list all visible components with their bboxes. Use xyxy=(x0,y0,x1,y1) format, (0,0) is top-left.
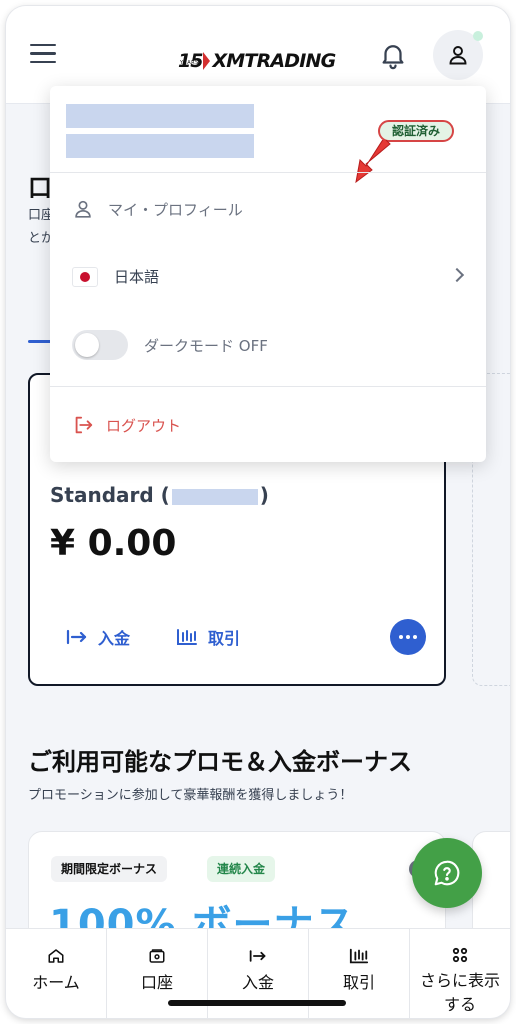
nav-account-label: 口座 xyxy=(140,973,173,992)
logout-icon xyxy=(75,416,93,434)
user-name-redacted xyxy=(66,104,254,128)
account-type-label: Standard ( xyxy=(50,483,170,507)
nav-home-label: ホーム xyxy=(32,973,80,992)
account-icon xyxy=(149,949,165,963)
promo-section-subtitle: プロモーションに参加して豪華報酬を獲得しましょう！ xyxy=(28,788,353,803)
nav-trade-label: 取引 xyxy=(342,973,375,992)
dark-mode-toggle[interactable] xyxy=(72,330,128,360)
chevron-right-icon xyxy=(449,267,465,283)
more-options-button[interactable] xyxy=(390,619,426,655)
continuous-deposit-tag: 連続入金 xyxy=(207,856,276,882)
hamburger-menu-icon[interactable] xyxy=(30,44,56,64)
dropdown-divider xyxy=(50,386,486,387)
status-dot xyxy=(473,31,483,41)
deposit-label: 入金 xyxy=(98,629,131,648)
promo-section-title: ご利用可能なプロモ＆入金ボーナス xyxy=(28,748,412,776)
deposit-arrow-icon xyxy=(66,629,87,645)
logo-chevron-icon xyxy=(203,52,211,70)
nav-more-label: さらに表示する xyxy=(420,971,501,1014)
limited-bonus-tag: 期間限定ボーナス xyxy=(51,856,168,882)
nav-home[interactable]: ホーム xyxy=(6,929,107,1018)
annotation-arrow-icon xyxy=(355,140,391,184)
my-profile-label: マイ・プロフィール xyxy=(108,200,243,219)
chat-question-icon xyxy=(434,860,460,886)
home-icon xyxy=(48,949,64,963)
page-title: 口 xyxy=(28,174,52,202)
profile-dropdown: 認証済み マイ・プロフィール 日本語 ダークモード OFF ログアウト xyxy=(50,86,486,462)
nav-more[interactable]: さらに表示する xyxy=(410,929,510,1018)
user-icon xyxy=(75,200,91,218)
more-grid-icon xyxy=(452,947,468,963)
help-chat-button[interactable] xyxy=(412,838,482,908)
verified-badge: 認証済み xyxy=(378,120,455,142)
account-balance: ¥ 0.00 xyxy=(50,523,177,564)
my-profile-item[interactable]: マイ・プロフィール xyxy=(72,198,243,220)
trade-button[interactable]: 取引 xyxy=(176,625,240,649)
home-indicator xyxy=(168,1000,346,1006)
app-screen: 15 YEARS XMTRADING 口 口座 とか Standard () ¥… xyxy=(6,6,510,1018)
account-type: Standard () xyxy=(50,483,269,507)
user-icon xyxy=(449,46,467,65)
logout-item[interactable]: ログアウト xyxy=(72,414,181,436)
trade-label: 取引 xyxy=(208,629,241,648)
language-item[interactable]: 日本語 xyxy=(72,266,159,287)
account-type-suffix: ) xyxy=(259,483,269,507)
dark-mode-label: ダークモード OFF xyxy=(144,336,268,355)
dropdown-divider xyxy=(50,172,486,173)
nav-deposit-label: 入金 xyxy=(241,973,274,992)
dark-mode-item[interactable]: ダークモード OFF xyxy=(72,330,268,360)
logo-years-label: YEARS xyxy=(180,60,199,66)
language-label: 日本語 xyxy=(114,268,160,286)
trade-icon xyxy=(349,948,369,964)
deposit-button[interactable]: 入金 xyxy=(66,625,130,649)
user-email-redacted xyxy=(66,134,254,158)
logo-brand-text: XMTRADING xyxy=(212,50,336,72)
chart-candles-icon xyxy=(177,629,197,645)
japan-flag-icon xyxy=(72,266,98,287)
account-number-redacted xyxy=(171,488,258,505)
bell-icon[interactable] xyxy=(378,40,408,70)
deposit-icon xyxy=(249,950,266,962)
xmtrading-logo[interactable]: 15 YEARS XMTRADING xyxy=(178,38,336,72)
logout-label: ログアウト xyxy=(106,416,182,435)
